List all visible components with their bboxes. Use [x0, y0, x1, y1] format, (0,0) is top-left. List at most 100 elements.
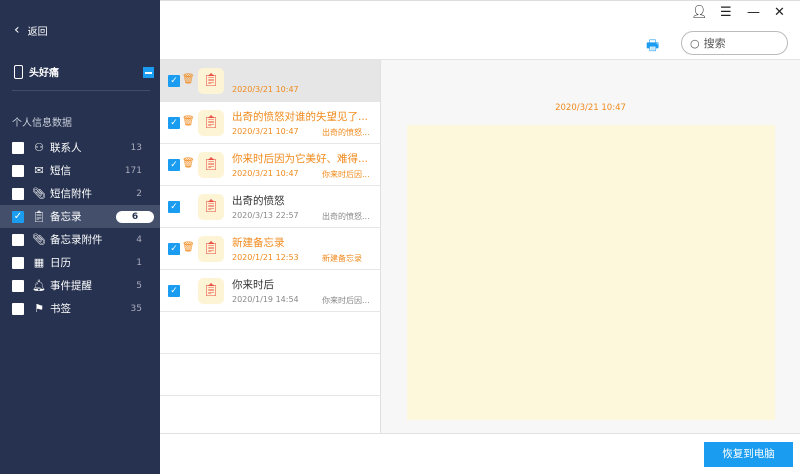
item-label: 事件提醒	[50, 280, 92, 292]
checkbox[interactable]	[12, 187, 24, 200]
memo-preview: 出奇的愤怒...	[322, 212, 370, 221]
list-item[interactable]: ✓ 🗑︎ 📋︎ 新建备忘录 2020/1/21 12:53 新建备忘录	[160, 228, 380, 270]
item-count: 35	[130, 303, 142, 314]
checkbox[interactable]: ✓	[168, 117, 180, 129]
bookmark-icon: ⚑	[34, 302, 44, 315]
sidebar-item[interactable]: ⚑ 书签 35	[0, 297, 160, 320]
device-name: 头好痛	[29, 68, 59, 79]
memo-icon: 📋︎	[198, 110, 224, 136]
memo-title: 出奇的愤怒	[232, 195, 285, 207]
item-label: 日历	[50, 257, 71, 269]
detail-date: 2020/3/21 10:47	[555, 103, 626, 113]
sidebar-item[interactable]: 📎︎ 短信附件 2	[0, 182, 160, 205]
search-input[interactable]: ○ 搜索	[681, 31, 788, 55]
memo-preview: 你来时后因...	[322, 170, 370, 179]
memo-preview: 新建备忘录	[322, 254, 362, 263]
sidebar: ‹ 返回 头好痛 个人信息数据 ⚇ 联系人 13 ✉ 短信 171 📎︎ 短信附件 2 ✓ 📋︎ 备忘录…	[0, 0, 160, 474]
print-icon[interactable]: 🖶	[646, 35, 659, 59]
memo-title: 新建备忘录	[232, 237, 285, 249]
checkbox[interactable]	[12, 279, 24, 292]
memo-preview: 出奇的愤怒...	[322, 128, 370, 137]
item-count: 2	[136, 188, 142, 199]
checkbox[interactable]	[12, 302, 24, 315]
sidebar-item[interactable]: 📎︎ 备忘录附件 4	[0, 228, 160, 251]
memo-title: 你来时后因为它美好、难得...	[232, 153, 369, 165]
restore-to-computer-button[interactable]: 恢复到电脑	[704, 442, 793, 467]
checkbox[interactable]: ✓	[168, 285, 180, 297]
memo-preview: 你来时后因...	[322, 296, 370, 305]
checkbox[interactable]	[12, 233, 24, 246]
item-label: 短信	[50, 165, 71, 177]
item-count: 6	[116, 210, 154, 223]
list-item[interactable]: ✓ 📋︎ 出奇的愤怒 2020/3/13 22:57 出奇的愤怒...	[160, 186, 380, 228]
memo-icon: 📋︎	[198, 236, 224, 262]
search-icon: ○	[690, 36, 700, 50]
checkbox[interactable]	[12, 256, 24, 269]
item-label: 书签	[50, 303, 71, 315]
item-label: 短信附件	[50, 188, 92, 200]
memo-detail: 2020/3/21 10:47	[381, 60, 800, 433]
menu-icon[interactable]: ☰	[720, 5, 732, 20]
item-count: 4	[136, 234, 142, 245]
paperclip-icon: 📎︎	[32, 187, 46, 200]
sidebar-item[interactable]: ✓ 📋︎ 备忘录 6	[0, 205, 160, 228]
item-count: 1	[136, 257, 142, 268]
user-icon[interactable]: 👤︎	[691, 5, 708, 20]
memo-title: 出奇的愤怒对谁的失望见了...	[232, 111, 369, 123]
checkbox[interactable]	[12, 141, 24, 154]
section-title: 个人信息数据	[12, 118, 72, 129]
note-content	[407, 125, 775, 420]
memo-icon: 📋︎	[198, 278, 224, 304]
footer: 恢复到电脑	[160, 433, 800, 474]
header: 👤︎ ☰ — ✕ 🖶 ○ 搜索	[160, 0, 800, 60]
trash-icon[interactable]: 🗑︎	[182, 116, 195, 127]
memo-list: ✓ 🗑︎ 📋︎ 2020/3/21 10:47 ✓ 🗑︎ 📋︎ 出奇的愤怒对谁的失望见了...…	[160, 60, 381, 433]
trash-icon[interactable]: 🗑︎	[182, 158, 195, 169]
item-count: 5	[136, 280, 142, 291]
device-row: 头好痛	[14, 64, 156, 79]
paperclip-icon: 📎︎	[32, 233, 46, 246]
calendar-icon: ▦	[33, 256, 45, 269]
checkbox[interactable]: ✓	[168, 159, 180, 171]
checkbox[interactable]: ✓	[12, 210, 24, 223]
phone-icon	[14, 64, 23, 79]
checkbox[interactable]: ✓	[168, 243, 180, 255]
sidebar-item[interactable]: ▦ 日历 1	[0, 251, 160, 274]
memo-date: 2020/1/21 12:53	[232, 253, 299, 262]
trash-icon[interactable]: 🗑︎	[182, 242, 195, 253]
memo-title: 你来时后	[232, 279, 274, 291]
sidebar-item[interactable]: ✉ 短信 171	[0, 159, 160, 182]
memo-date: 2020/1/19 14:54	[232, 295, 299, 304]
list-item[interactable]: ✓ 🗑︎ 📋︎ 你来时后因为它美好、难得... 2020/3/21 10:47 你来时后因…	[160, 144, 380, 186]
item-count: 13	[130, 142, 142, 153]
trash-icon[interactable]: 🗑︎	[182, 74, 195, 85]
list-item[interactable]: ✓ 🗑︎ 📋︎ 2020/3/21 10:47	[160, 60, 380, 102]
list-item[interactable]: ✓ 📋︎ 你来时后 2020/1/19 14:54 你来时后因...	[160, 270, 380, 312]
memo-date: 2020/3/21 10:47	[232, 127, 299, 136]
close-button[interactable]: ✕	[774, 5, 785, 20]
divider	[12, 90, 150, 91]
memo-date: 2020/3/21 10:47	[232, 169, 299, 178]
memo-icon: 📋︎	[198, 68, 224, 94]
memo-icon: 📋︎	[198, 152, 224, 178]
list-item[interactable]: ✓ 🗑︎ 📋︎ 出奇的愤怒对谁的失望见了... 2020/3/21 10:47 出奇的愤怒…	[160, 102, 380, 144]
person-icon: ⚇	[34, 141, 44, 154]
empty-row	[160, 354, 380, 396]
memo-icon: 📋︎	[198, 194, 224, 220]
chevron-left-icon: ‹	[14, 22, 20, 38]
minimize-button[interactable]: —	[747, 5, 760, 20]
back-button[interactable]: ‹ 返回	[14, 22, 48, 38]
empty-row	[160, 312, 380, 354]
memo-date: 2020/3/13 22:57	[232, 211, 299, 220]
item-count: 171	[124, 165, 142, 176]
checkbox[interactable]: ✓	[168, 201, 180, 213]
checkbox[interactable]	[12, 164, 24, 177]
sidebar-item[interactable]: ⚇ 联系人 13	[0, 136, 160, 159]
collapse-button[interactable]	[143, 67, 154, 78]
memo-date: 2020/3/21 10:47	[232, 85, 299, 94]
item-label: 联系人	[50, 142, 82, 154]
envelope-icon: ✉	[34, 164, 44, 177]
checkbox[interactable]: ✓	[168, 75, 180, 87]
sidebar-item[interactable]: 🔔︎ 事件提醒 5	[0, 274, 160, 297]
bell-icon: 🔔︎	[32, 279, 46, 292]
